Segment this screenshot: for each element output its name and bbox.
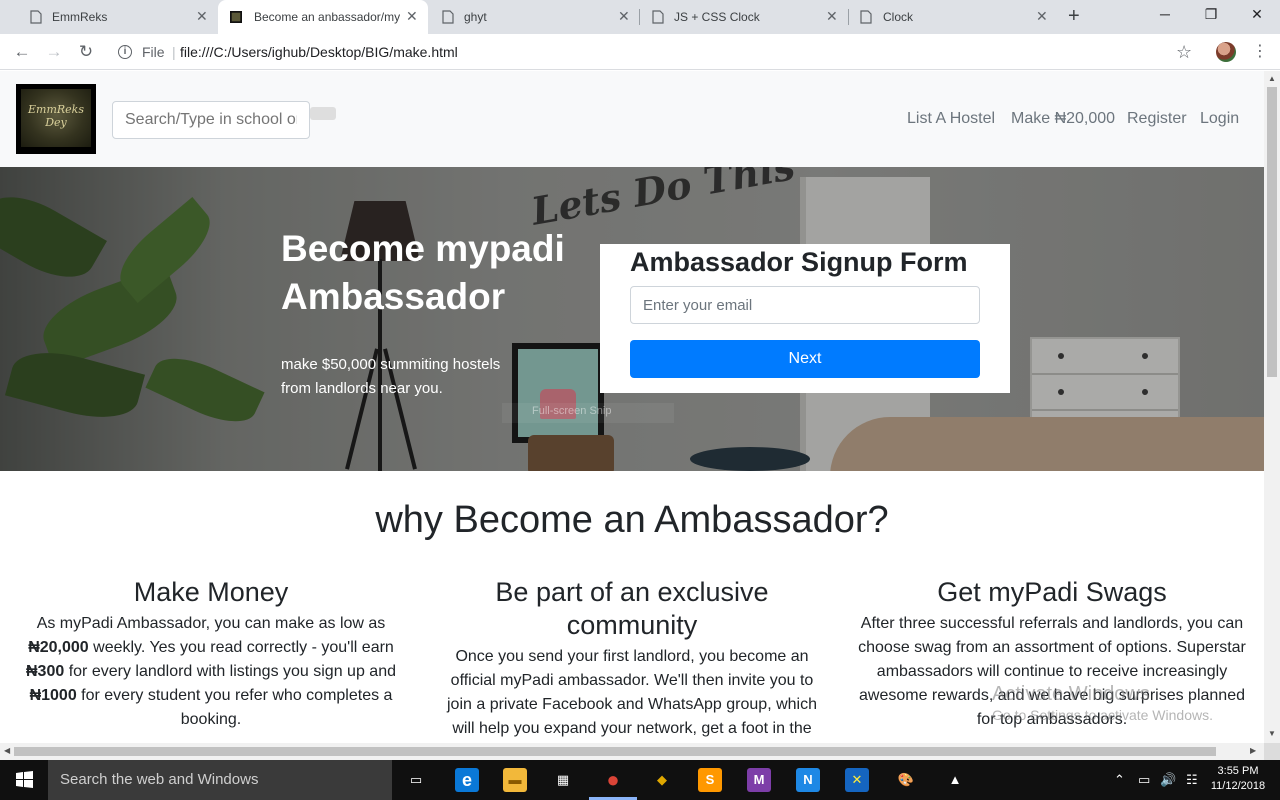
task-view-icon[interactable]: ▭: [404, 768, 428, 792]
app-m-icon[interactable]: M: [747, 768, 771, 792]
scroll-thumb[interactable]: [1267, 87, 1277, 377]
tab-close-icon[interactable]: ✕: [1036, 8, 1048, 24]
windows-taskbar: Search the web and Windows ▭ e ▬ ▦ ● ◆ S…: [0, 760, 1280, 800]
info-icon[interactable]: i: [118, 45, 132, 59]
browser-tab-strip: EmmReks ✕ Become an anbassador/my ✕ ghyt…: [0, 0, 1280, 34]
close-window-button[interactable]: ✕: [1242, 6, 1272, 23]
search-button[interactable]: [310, 107, 336, 120]
scroll-down-icon[interactable]: ▼: [1268, 729, 1276, 738]
email-field[interactable]: [630, 286, 980, 324]
why-section-title: why Become an Ambassador?: [375, 499, 889, 541]
site-favicon-icon: [230, 11, 242, 23]
start-button[interactable]: [0, 760, 48, 800]
feature-heading: Get myPadi Swags: [937, 577, 1167, 607]
windows-logo-icon: [16, 771, 33, 788]
address-url[interactable]: file:///C:/Users/ighub/Desktop/BIG/make.…: [180, 44, 458, 60]
site-logo[interactable]: EmmReks Dey: [16, 84, 96, 154]
profile-avatar[interactable]: [1216, 42, 1236, 62]
document-icon: [860, 10, 872, 24]
nav-link-login[interactable]: Login: [1200, 110, 1239, 128]
volume-icon[interactable]: 🔊: [1160, 772, 1176, 788]
nav-link-make-money[interactable]: Make ₦20,000: [1011, 110, 1115, 128]
signup-form-title: Ambassador Signup Form: [630, 247, 968, 277]
tab-separator: [848, 9, 849, 25]
scroll-up-icon[interactable]: ▲: [1268, 74, 1276, 83]
tab-close-icon[interactable]: ✕: [826, 8, 838, 24]
hero-section: Lets Do This Become mypadi Ambassador ma…: [0, 167, 1264, 471]
network-icon[interactable]: ☷: [1186, 772, 1198, 788]
scrollbar-corner: [1264, 743, 1280, 760]
forward-button[interactable]: →: [44, 42, 64, 62]
reload-button[interactable]: ↻: [76, 42, 96, 62]
bookmark-star-icon[interactable]: ☆: [1176, 42, 1192, 63]
scroll-thumb[interactable]: [14, 747, 1216, 756]
paint-icon[interactable]: 🎨: [894, 768, 918, 792]
feature-column-community: Be part of an exclusive community Once y…: [437, 576, 827, 741]
feature-heading: Make Money: [133, 577, 289, 607]
edge-icon[interactable]: e: [455, 768, 479, 792]
document-icon: [30, 10, 42, 24]
app-n-icon[interactable]: N: [796, 768, 820, 792]
tab-title: EmmReks: [52, 10, 108, 24]
app-x-icon[interactable]: ✕: [845, 768, 869, 792]
feature-column-money: Make Money As myPadi Ambassador, you can…: [16, 576, 406, 732]
vertical-scrollbar[interactable]: ▲ ▼: [1264, 71, 1280, 743]
tab-title: JS + CSS Clock: [674, 10, 760, 24]
chrome-icon[interactable]: ●: [589, 768, 637, 800]
app-diamond-icon[interactable]: ◆: [650, 768, 674, 792]
logo-image: EmmReks Dey: [21, 89, 91, 147]
tab-title: Become an anbassador/my: [254, 10, 400, 24]
taskbar-clock[interactable]: 3:55 PM 11/12/2018: [1206, 764, 1270, 794]
horizontal-scrollbar[interactable]: ◀ ▶: [0, 743, 1264, 760]
tab-title: Clock: [883, 10, 914, 24]
next-button[interactable]: Next: [630, 340, 980, 378]
new-tab-button[interactable]: +: [1068, 6, 1080, 26]
nav-link-list-hostel[interactable]: List A Hostel: [907, 110, 995, 128]
photos-icon[interactable]: ▲: [943, 768, 967, 792]
sublime-icon[interactable]: S: [698, 768, 722, 792]
tab-close-icon[interactable]: ✕: [406, 8, 418, 24]
tab-clock[interactable]: Clock ✕: [850, 0, 1058, 34]
file-explorer-icon[interactable]: ▬: [503, 768, 527, 792]
battery-icon[interactable]: ▭: [1138, 772, 1150, 788]
hero-title: Become mypadi Ambassador: [281, 228, 565, 317]
browser-menu-icon[interactable]: ⋮: [1252, 42, 1268, 62]
snip-ghost-text: Full-screen Snip: [502, 403, 674, 423]
minimize-button[interactable]: ─: [1150, 6, 1180, 22]
signup-form-card: Ambassador Signup Form Next: [600, 244, 1010, 393]
document-icon: [652, 10, 664, 24]
restore-button[interactable]: ❐: [1196, 6, 1226, 23]
activate-windows-watermark: Activate Windows Go to Settings to activ…: [992, 683, 1213, 723]
hero-subtitle: make $50,000 summiting hostels from land…: [281, 356, 501, 397]
tab-title: ghyt: [464, 10, 487, 24]
address-separator: |: [172, 44, 176, 60]
scroll-right-icon[interactable]: ▶: [1250, 746, 1256, 755]
feature-text: Once you send your first landlord, you b…: [447, 648, 817, 737]
feature-heading: Be part of an exclusive community: [495, 577, 769, 640]
browser-toolbar: ← → ↻ i File | file:///C:/Users/ighub/De…: [0, 34, 1280, 70]
tab-close-icon[interactable]: ✕: [618, 8, 630, 24]
address-bar[interactable]: i File | file:///C:/Users/ighub/Desktop/…: [110, 38, 1206, 66]
tray-overflow-icon[interactable]: ⌃: [1114, 772, 1125, 788]
feature-text: As myPadi Ambassador, you can make as lo…: [26, 615, 396, 728]
tab-ghyt[interactable]: ghyt ✕: [430, 0, 638, 34]
back-button[interactable]: ←: [12, 42, 32, 62]
scheme-label: File: [142, 44, 165, 60]
site-navbar: EmmReks Dey List A Hostel Make ₦20,000 R…: [0, 71, 1264, 167]
taskbar-search-box[interactable]: Search the web and Windows: [48, 760, 392, 800]
tab-js-css-clock[interactable]: JS + CSS Clock ✕: [640, 0, 848, 34]
tab-become-ambassador[interactable]: Become an anbassador/my ✕: [218, 0, 428, 34]
scroll-left-icon[interactable]: ◀: [4, 746, 10, 755]
store-icon[interactable]: ▦: [551, 768, 575, 792]
tab-emmreks[interactable]: EmmReks ✕: [8, 0, 216, 34]
nav-link-register[interactable]: Register: [1127, 110, 1187, 128]
school-search-input[interactable]: [112, 101, 310, 139]
page-viewport: EmmReks Dey List A Hostel Make ₦20,000 R…: [0, 71, 1264, 743]
tab-close-icon[interactable]: ✕: [196, 8, 208, 24]
document-icon: [442, 10, 454, 24]
